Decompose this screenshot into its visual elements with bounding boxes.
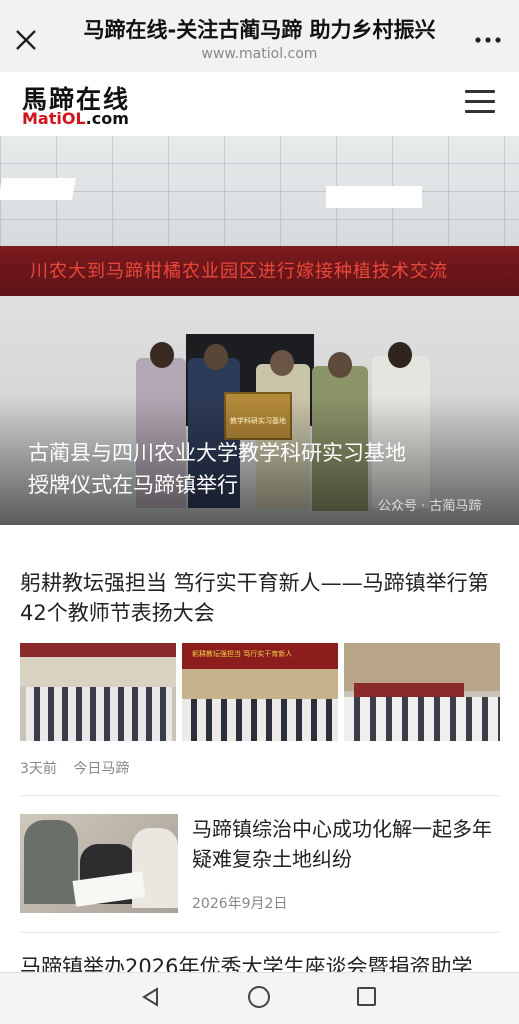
article-time: 3天前 (20, 761, 57, 777)
article-meta: 3天前 今日马蹄 (20, 758, 141, 778)
article-date: 2026年9月2日 (192, 896, 288, 912)
article-thumbnail[interactable]: 躬耕教坛强担当 笃行实干育新人 (182, 643, 338, 741)
more-icon[interactable] (473, 28, 503, 52)
logo-domain-suffix: .com (85, 109, 129, 128)
hero-watermark: 公众号 · 古蔺马蹄 (378, 499, 482, 514)
browser-top-bar: 马蹄在线-关注古蔺马蹄 助力乡村振兴 www.matiol.com (0, 0, 519, 72)
home-icon[interactable] (248, 986, 270, 1008)
divider (20, 795, 500, 796)
recent-apps-icon[interactable] (357, 987, 376, 1006)
hamburger-menu-icon[interactable] (465, 90, 495, 116)
article-source[interactable]: 今日马蹄 (73, 761, 129, 777)
hero-photo-person (388, 342, 412, 368)
hero-photo-ceiling-grid (0, 136, 519, 246)
article-item[interactable]: 躬耕教坛强担当 笃行实干育新人——马蹄镇举行第42个教师节表扬大会 (20, 568, 500, 628)
hero-plaque-text: 教学科研实习基地 (230, 417, 286, 425)
back-icon[interactable] (140, 986, 162, 1008)
divider (20, 932, 500, 933)
article-title[interactable]: 躬耕教坛强担当 笃行实干育新人——马蹄镇举行第42个教师节表扬大会 (20, 568, 500, 628)
hero-photo-person (150, 342, 174, 368)
hero-photo-person (328, 352, 352, 378)
hero-photo-light (0, 178, 76, 200)
thumbnail-banner-text: 躬耕教坛强担当 笃行实干育新人 (192, 650, 293, 658)
article-thumbnail[interactable] (20, 814, 178, 913)
article-title[interactable]: 马蹄镇综治中心成功化解一起多年疑难复杂土地纠纷 (192, 814, 492, 874)
article-thumbnails[interactable]: 躬耕教坛强担当 笃行实干育新人 (20, 643, 500, 741)
article-thumbnail[interactable] (20, 643, 176, 741)
close-icon[interactable] (12, 26, 40, 54)
article-thumbnail[interactable] (344, 643, 500, 741)
hero-banner-text: 川农大到马蹄柑橘农业园区进行嫁接种植技术交流 (30, 261, 448, 282)
hero-photo-person (204, 344, 228, 370)
hero-photo-person (270, 350, 294, 376)
logo-domain-name: MatiOL (22, 109, 86, 128)
hero-photo-light (326, 186, 422, 208)
article-title[interactable]: 马蹄镇举办2026年优秀大学生座谈会暨捐资助学 (20, 952, 500, 972)
site-logo-domain[interactable]: MatiOL.com (22, 109, 129, 128)
page-title: 马蹄在线-关注古蔺马蹄 助力乡村振兴 (83, 18, 436, 42)
page-url: www.matiol.com (201, 46, 318, 62)
hero-caption[interactable]: 古蔺县与四川农业大学教学科研实习基地授牌仪式在马蹄镇举行 (28, 437, 408, 501)
